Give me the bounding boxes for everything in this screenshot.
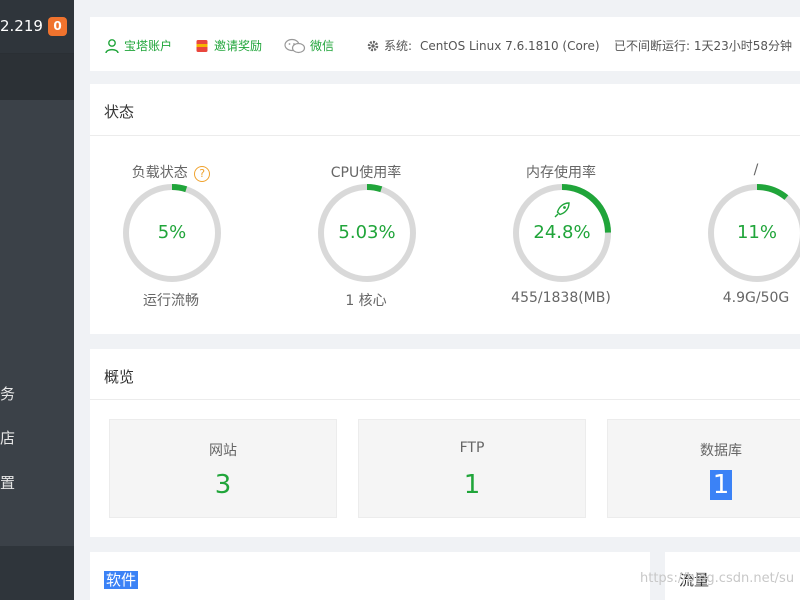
overview-title: 概览 (104, 368, 135, 386)
gift-icon (196, 39, 208, 52)
wechat-label: 微信 (310, 39, 335, 53)
top-info-bar: 宝塔账户 邀请奖励 微信 系统: CentOS Linux 7.6.1810 (… (90, 17, 800, 71)
gauge-value: 5% (157, 222, 187, 243)
help-icon[interactable]: ? (194, 166, 211, 182)
system-label: 系统: (384, 39, 413, 53)
gauge-label: / (753, 162, 759, 178)
account-link[interactable]: 宝塔账户 (104, 37, 172, 54)
status-title: 状态 (104, 103, 135, 121)
sidebar-item-store[interactable]: 店 (0, 427, 15, 448)
gauge-label: CPU使用率 (330, 165, 402, 181)
overview-item-database[interactable]: 数据库 1 (607, 419, 800, 518)
overview-item-ftp[interactable]: FTP 1 (358, 419, 586, 518)
overview-value[interactable]: 1 (608, 470, 800, 500)
overview-value[interactable]: 3 (110, 470, 336, 500)
sidebar: 2.219 0 务 店 置 (0, 0, 74, 600)
user-icon (105, 38, 119, 53)
watermark: https://blog.csdn.net/su (640, 571, 795, 586)
sidebar-item-settings[interactable]: 置 (0, 472, 15, 493)
sidebar-item-tasks[interactable]: 务 (0, 383, 15, 404)
overview-label: 数据库 (700, 443, 742, 459)
system-value: CentOS Linux 7.6.1810 (Core) (420, 38, 600, 53)
overview-label: 网站 (209, 443, 237, 459)
invite-link[interactable]: 邀请奖励 (194, 37, 262, 54)
sidebar-section (0, 54, 74, 100)
gauge-label: 负载状态 ? (101, 162, 241, 182)
uptime: 已不间断运行: 1天23小时58分钟 (614, 39, 793, 53)
gauge-value: 24.8% (533, 222, 591, 243)
sidebar-footer (0, 546, 74, 600)
wechat-icon (284, 38, 306, 53)
status-panel: 状态 负载状态 ? 5% 运行流畅 CPU使用率 5.03% 1 核心 内存使用… (90, 84, 800, 334)
system-info: 系统: CentOS Linux 7.6.1810 (Core) (366, 37, 600, 54)
status-divider (90, 135, 800, 136)
rocket-icon[interactable] (552, 200, 572, 220)
overview-divider (90, 399, 800, 400)
notification-badge[interactable]: 0 (48, 17, 67, 36)
overview-panel: 概览 网站 3 FTP 1 数据库 1 (90, 349, 800, 537)
software-panel: 软件 (90, 552, 650, 600)
gauge-value: 11% (736, 222, 777, 243)
gauge-footnote: 1 核心 (345, 293, 387, 309)
invite-label: 邀请奖励 (214, 39, 263, 53)
gauge-footnote: 4.9G/50G (722, 290, 790, 306)
gauge-value: 5.03% (338, 222, 396, 243)
overview-item-websites[interactable]: 网站 3 (109, 419, 337, 518)
gauge-footnote: 运行流畅 (143, 293, 199, 309)
overview-value[interactable]: 1 (359, 470, 585, 500)
sidebar-header: 2.219 0 (0, 0, 74, 54)
gauge-label: 内存使用率 (526, 165, 596, 181)
wechat-link[interactable]: 微信 (284, 37, 334, 54)
overview-label: FTP (459, 440, 485, 456)
software-title: 软件 (104, 571, 139, 589)
gauge-footnote: 455/1838(MB) (511, 290, 611, 306)
account-label: 宝塔账户 (124, 39, 173, 53)
server-ip: 2.219 (0, 17, 43, 35)
gear-icon (367, 40, 379, 51)
